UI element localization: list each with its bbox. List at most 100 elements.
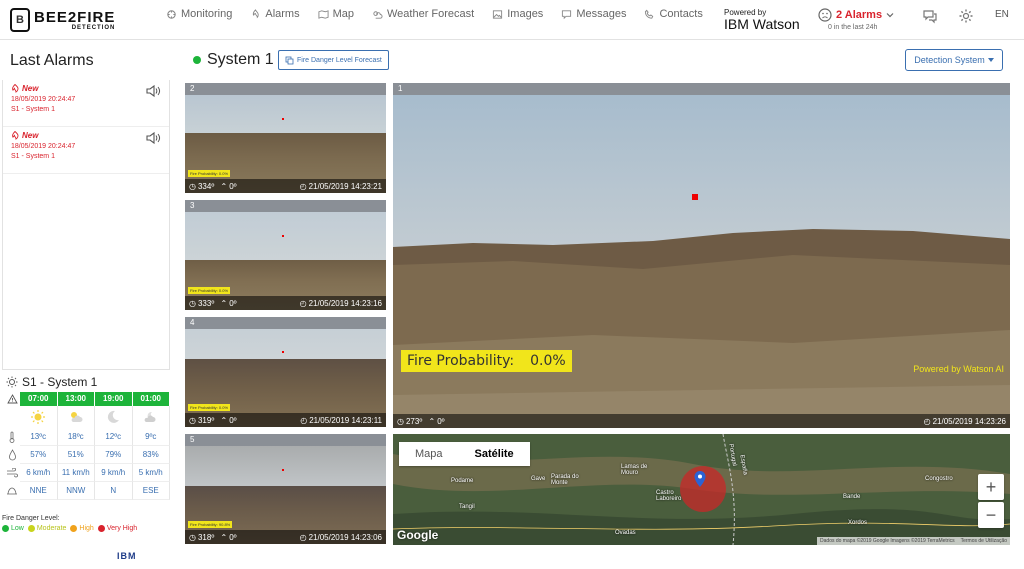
map-pin-icon[interactable] — [693, 470, 707, 488]
detection-marker — [282, 351, 284, 353]
weather-icon — [373, 10, 383, 19]
sun-icon — [6, 376, 18, 388]
watson-ai-label: Powered by Watson AI — [913, 364, 1004, 374]
images-icon — [493, 9, 503, 19]
thermometer-icon — [9, 431, 15, 443]
fire-icon — [12, 131, 19, 140]
sad-face-icon — [818, 8, 832, 22]
tilt-icon: ⌃ — [428, 416, 436, 426]
cloudy-night-icon — [144, 411, 156, 422]
nav-weather-forecast[interactable]: Weather Forecast — [372, 8, 474, 20]
weather-system-name: S1 - System 1 — [22, 375, 98, 389]
legend-very-high: Very High — [97, 525, 137, 532]
camera-id: 2 — [185, 83, 386, 95]
clock-icon: ◴ — [923, 416, 931, 426]
camera-id: 4 — [185, 317, 386, 329]
nav-images[interactable]: Images — [492, 8, 543, 20]
top-bar: B BEE2FIRE DETECTION Monitoring Alarms M… — [0, 0, 1024, 40]
moon-icon — [108, 410, 120, 423]
wind-direction-icon — [7, 487, 17, 495]
alarm-item[interactable]: New 18/05/2019 20:24:47 S1 - System 1 — [3, 127, 169, 174]
landscape — [393, 229, 1010, 428]
alarms-summary[interactable]: 2 Alarms 0 in the last 24h — [818, 8, 894, 31]
clock-icon: ◴ — [299, 298, 307, 308]
tilt-icon: ⌃ — [220, 298, 228, 308]
caret-down-icon — [987, 58, 994, 62]
detection-marker — [282, 235, 284, 237]
system-title: System 1 — [193, 51, 274, 69]
monitoring-icon — [167, 9, 176, 19]
zoom-out-button[interactable]: − — [978, 502, 1004, 528]
language-selector[interactable]: EN — [995, 9, 1009, 20]
weather-forecast-panel: S1 - System 1 07:00 13:00 19:00 01:00 13… — [4, 374, 170, 500]
fire-danger-legend: Fire Danger Level: Low Moderate High Ver… — [2, 515, 138, 532]
compass-icon: ◷ — [397, 416, 404, 426]
logo-text: BEE2FIRE — [34, 8, 116, 26]
alarm-list: New 18/05/2019 20:24:47 S1 - System 1 Ne… — [2, 80, 170, 370]
forecast-icon — [285, 56, 294, 64]
google-logo: Google — [397, 528, 439, 542]
map-type-tabs: Mapa Satélite — [399, 442, 530, 466]
alarms-icon — [253, 8, 260, 18]
nav-map[interactable]: Map — [318, 8, 354, 20]
humidity-icon — [8, 449, 16, 461]
zoom-in-button[interactable]: + — [978, 474, 1004, 500]
ibm-logo: IBM — [117, 551, 137, 561]
legend-high: High — [70, 525, 94, 532]
last-alarms-title: Last Alarms — [10, 52, 94, 69]
detection-system-dropdown[interactable]: Detection System — [905, 49, 1003, 71]
weather-table: 07:00 13:00 19:00 01:00 13ºc 18ºc 12ºc 9… — [4, 392, 170, 500]
fire-probability-overlay: Fire Probability: 0.0% — [401, 350, 572, 372]
nav-monitoring[interactable]: Monitoring — [166, 8, 232, 20]
terms-link[interactable]: Termos de Utilização — [961, 538, 1007, 544]
compass-icon: ◷ — [189, 415, 196, 425]
chat-icon[interactable] — [922, 8, 938, 24]
camera-id: 5 — [185, 434, 386, 446]
nav-contacts[interactable]: Contacts — [644, 8, 703, 20]
main-camera-view[interactable]: 1 Fire Probability: 0.0% Powered by Wats… — [393, 83, 1010, 428]
compass-icon: ◷ — [189, 298, 196, 308]
legend-moderate: Moderate — [27, 525, 66, 532]
powered-by-watson: Powered by IBM Watson — [724, 8, 800, 32]
camera-thumbnail-4[interactable]: 4 Fire Probability: 0.0% ◷ 319º ⌃ 0º ◴ 21/0… — [185, 317, 386, 427]
alarms-count: 2 Alarms — [836, 9, 883, 21]
fire-icon — [12, 84, 19, 93]
speaker-icon[interactable] — [145, 131, 161, 145]
map-icon — [318, 9, 329, 19]
messages-icon — [562, 9, 572, 19]
camera-thumbnail-5[interactable]: 5 Fire Probability: 90.8% ◷ 318º ⌃ 0º ◴ 21/… — [185, 434, 386, 544]
main-nav: Monitoring Alarms Map Weather Forecast I… — [166, 8, 703, 20]
map-attribution: Dados do mapa ©2019 Google Imagens ©2019… — [817, 537, 1010, 545]
camera-thumbnail-2[interactable]: 2 Fire Probability: 0.0% ◷ 334º ⌃ 0º ◴ 21/0… — [185, 83, 386, 193]
status-dot — [193, 56, 201, 64]
legend-low: Low — [2, 525, 24, 532]
fire-danger-forecast-button[interactable]: Fire Danger Level Forecast — [278, 50, 389, 70]
bee-logo-icon: B — [10, 8, 30, 32]
sun-icon — [31, 410, 46, 424]
tilt-icon: ⌃ — [220, 181, 228, 191]
clock-icon: ◴ — [299, 181, 307, 191]
speaker-icon[interactable] — [145, 84, 161, 98]
detection-marker — [282, 118, 284, 120]
tab-satellite[interactable]: Satélite — [459, 442, 530, 466]
nav-messages[interactable]: Messages — [561, 8, 626, 20]
nav-alarms[interactable]: Alarms — [250, 8, 300, 20]
chevron-down-icon — [886, 13, 894, 18]
partly-cloudy-icon — [70, 412, 83, 422]
camera-thumbnail-3[interactable]: 3 Fire Probability: 0.0% ◷ 333º ⌃ 0º ◴ 21/0… — [185, 200, 386, 310]
compass-icon: ◷ — [189, 181, 196, 191]
tilt-icon: ⌃ — [220, 532, 228, 542]
tilt-icon: ⌃ — [220, 415, 228, 425]
app-logo[interactable]: B BEE2FIRE DETECTION — [10, 6, 115, 34]
satellite-map[interactable]: Podame Tangil Gave Parada do Monte Lamas… — [393, 434, 1010, 545]
clock-icon: ◴ — [300, 415, 308, 425]
detection-marker — [282, 469, 284, 471]
camera-id: 3 — [185, 200, 386, 212]
wind-icon — [7, 468, 18, 478]
alarm-item[interactable]: New 18/05/2019 20:24:47 S1 - System 1 — [3, 80, 169, 127]
camera-id: 1 — [393, 83, 1010, 95]
gear-icon[interactable] — [958, 8, 974, 24]
alarms-sub: 0 in the last 24h — [828, 24, 878, 31]
compass-icon: ◷ — [189, 532, 196, 542]
tab-map[interactable]: Mapa — [399, 442, 459, 466]
